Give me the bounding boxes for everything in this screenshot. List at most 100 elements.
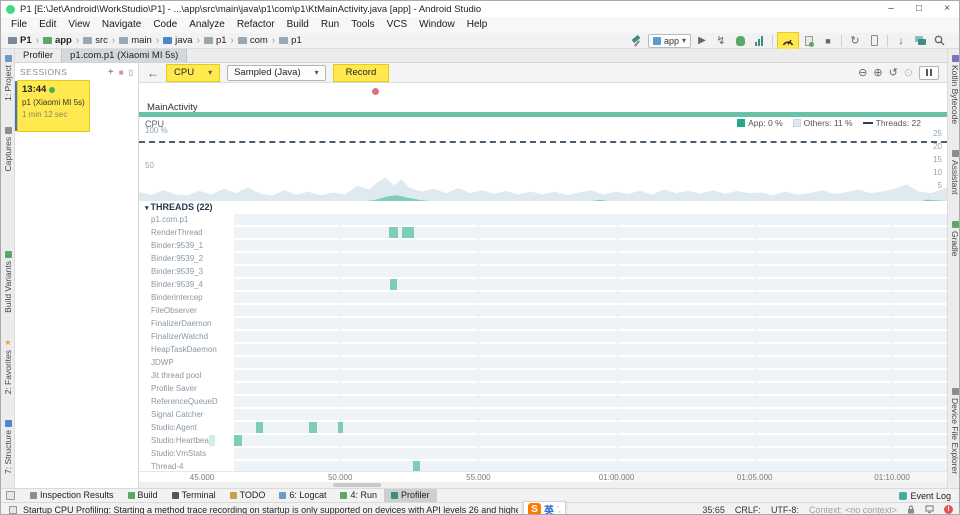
menu-item-code[interactable]: Code — [147, 17, 183, 33]
menu-item-tools[interactable]: Tools — [345, 17, 380, 33]
thread-row-binder-9539-3[interactable]: Binder:9539_3 — [139, 265, 947, 278]
strip-item-device-file-explorer[interactable]: Device File Explorer — [950, 387, 959, 474]
breadcrumb-item-main-3[interactable]: main — [118, 35, 153, 46]
strip-item-captures[interactable]: Captures — [3, 126, 13, 171]
thread-row-renderthread[interactable]: RenderThread — [139, 226, 947, 239]
live-pause-button[interactable] — [919, 65, 939, 80]
event-log-button[interactable]: Event Log — [899, 491, 959, 501]
back-icon[interactable]: ← — [147, 66, 159, 80]
line-separator[interactable]: CRLF: — [735, 505, 761, 515]
reset-zoom-icon[interactable]: ↺ — [889, 66, 898, 79]
attach-debugger-icon[interactable] — [801, 34, 817, 48]
menu-item-run[interactable]: Run — [315, 17, 345, 33]
thread-row-jdwp[interactable]: JDWP — [139, 356, 947, 369]
thread-row-signal-catcher[interactable]: Signal Catcher — [139, 408, 947, 421]
breadcrumb-item-com-6[interactable]: com — [237, 35, 269, 46]
profile-icon[interactable] — [751, 34, 767, 48]
cpu-chart[interactable]: CPU 100 % 50 App: 0 % Others: 11 % Threads… — [139, 117, 947, 201]
build-hammer-icon[interactable] — [629, 34, 645, 48]
ime-indicator[interactable]: S 英 ’, — [523, 501, 566, 514]
thread-row-finalizerwatchd[interactable]: FinalizerWatchd — [139, 330, 947, 343]
profiler-gauge-icon[interactable] — [778, 32, 798, 49]
session-item[interactable]: 13:44 p1 (Xiaomi MI 5s) 1 min 12 sec — [15, 81, 89, 131]
bottom-tab-todo[interactable]: TODO — [223, 489, 273, 502]
thread-row-studio-vmstats[interactable]: Studio:VmStats — [139, 447, 947, 460]
strip-item-1-project[interactable]: 1: Project — [3, 55, 13, 101]
thread-row-fileobserver[interactable]: FileObserver — [139, 304, 947, 317]
menu-item-vcs[interactable]: VCS — [381, 17, 414, 33]
bottom-tab-6-logcat[interactable]: 6: Logcat — [272, 489, 333, 502]
thread-row-p1-com-p1[interactable]: p1.com.p1 — [139, 213, 947, 226]
strip-item-build-variants[interactable]: Build Variants — [3, 250, 13, 313]
bottom-tab-4-run[interactable]: 4: Run — [333, 489, 384, 502]
record-button[interactable]: Record — [333, 64, 389, 81]
menu-item-edit[interactable]: Edit — [33, 17, 62, 33]
zoom-out-icon[interactable]: ⊖ — [858, 66, 867, 79]
breadcrumb-item-p1-5[interactable]: p1 — [203, 35, 228, 46]
thread-row-thread-4[interactable]: Thread-4 — [139, 460, 947, 471]
bottom-tab-terminal[interactable]: Terminal — [165, 489, 223, 502]
thread-row-referencequeued[interactable]: ReferenceQueueD — [139, 395, 947, 408]
search-everywhere-icon[interactable] — [931, 34, 947, 48]
breadcrumb-item-p1-7[interactable]: p1 — [278, 35, 303, 46]
lock-icon[interactable] — [907, 505, 915, 514]
thread-row-studio-heartbea[interactable]: Studio:Heartbea — [139, 434, 947, 447]
caret-position[interactable]: 35:65 — [702, 505, 725, 515]
thread-row-profile-saver[interactable]: Profile Saver — [139, 382, 947, 395]
threads-header[interactable]: ▾ THREADS (22) — [139, 201, 947, 213]
add-session-icon[interactable]: + — [108, 67, 114, 78]
menu-item-help[interactable]: Help — [461, 17, 494, 33]
bottom-tab-inspection-results[interactable]: Inspection Results — [23, 489, 121, 502]
device-icon[interactable] — [925, 505, 934, 514]
menu-item-navigate[interactable]: Navigate — [96, 17, 147, 33]
strip-item-gradle[interactable]: Gradle — [950, 220, 959, 256]
run-config-select[interactable]: app ▾ — [647, 33, 691, 48]
menu-item-view[interactable]: View — [62, 17, 96, 33]
menu-item-window[interactable]: Window — [413, 17, 461, 33]
scrollbar-thumb[interactable] — [332, 483, 382, 487]
status-message[interactable]: Startup CPU Profiling: Starting a method… — [23, 505, 518, 515]
thread-row-heaptaskdaemon[interactable]: HeapTaskDaemon — [139, 343, 947, 356]
project-structure-icon[interactable] — [912, 34, 928, 48]
breadcrumb-item-src-2[interactable]: src — [82, 35, 109, 46]
stop-session-icon[interactable]: ■ — [119, 68, 124, 77]
breadcrumb-item-app-1[interactable]: app — [42, 35, 73, 46]
menu-item-refactor[interactable]: Refactor — [231, 17, 281, 33]
bottom-tab-profiler[interactable]: Profiler — [383, 489, 437, 502]
error-notification-icon[interactable]: ! — [944, 505, 953, 514]
thread-row-jit-thread-pool[interactable]: Jit thread pool — [139, 369, 947, 382]
zoom-to-selection-icon[interactable]: ⊙ — [904, 66, 913, 79]
file-encoding[interactable]: UTF-8: — [771, 505, 799, 515]
menu-item-file[interactable]: File — [5, 17, 33, 33]
apply-changes-icon[interactable]: ↯ — [713, 34, 729, 48]
cpu-stage-select[interactable]: CPU ▾ — [167, 64, 220, 81]
breadcrumb-item-java-4[interactable]: java — [162, 35, 193, 46]
toolwindow-switcher-icon[interactable] — [6, 491, 15, 500]
menu-item-build[interactable]: Build — [281, 17, 315, 33]
avd-manager-icon[interactable] — [866, 34, 882, 48]
context-indicator[interactable]: Context: <no context> — [809, 505, 897, 515]
strip-item-assistant[interactable]: Assistant — [950, 150, 959, 195]
run-icon[interactable]: ▶ — [694, 34, 710, 48]
sdk-manager-icon[interactable]: ↓ — [893, 34, 909, 48]
cpu-mode-select[interactable]: Sampled (Java) ▾ — [227, 64, 326, 81]
tab-profiler[interactable]: Profiler — [15, 49, 61, 62]
restore-button[interactable]: □ — [905, 1, 933, 17]
thread-row-binder-9539-4[interactable]: Binder:9539_4 — [139, 278, 947, 291]
zoom-in-icon[interactable]: ⊕ — [873, 66, 882, 79]
strip-item-2-favorites[interactable]: ★ 2: Favorites — [3, 338, 13, 394]
strip-item-kotlin-bytecode[interactable]: Kotlin Bytecode — [950, 55, 959, 124]
thread-row-binderintercep[interactable]: Binderintercep — [139, 291, 947, 304]
debug-icon[interactable] — [732, 34, 748, 48]
close-button[interactable]: × — [933, 1, 959, 17]
bottom-tab-build[interactable]: Build — [121, 489, 165, 502]
stop-icon[interactable]: ■ — [820, 34, 836, 48]
sync-gradle-icon[interactable]: ↻ — [847, 34, 863, 48]
thread-row-binder-9539-2[interactable]: Binder:9539_2 — [139, 252, 947, 265]
menu-item-analyze[interactable]: Analyze — [183, 17, 231, 33]
collapse-panel-icon[interactable]: ▯ — [129, 68, 133, 77]
strip-item-7-structure[interactable]: 7: Structure — [3, 420, 13, 474]
minimize-button[interactable]: – — [877, 1, 905, 17]
thread-row-finalizerdaemon[interactable]: FinalizerDaemon — [139, 317, 947, 330]
breadcrumb-item-p1-0[interactable]: P1 — [7, 35, 33, 46]
